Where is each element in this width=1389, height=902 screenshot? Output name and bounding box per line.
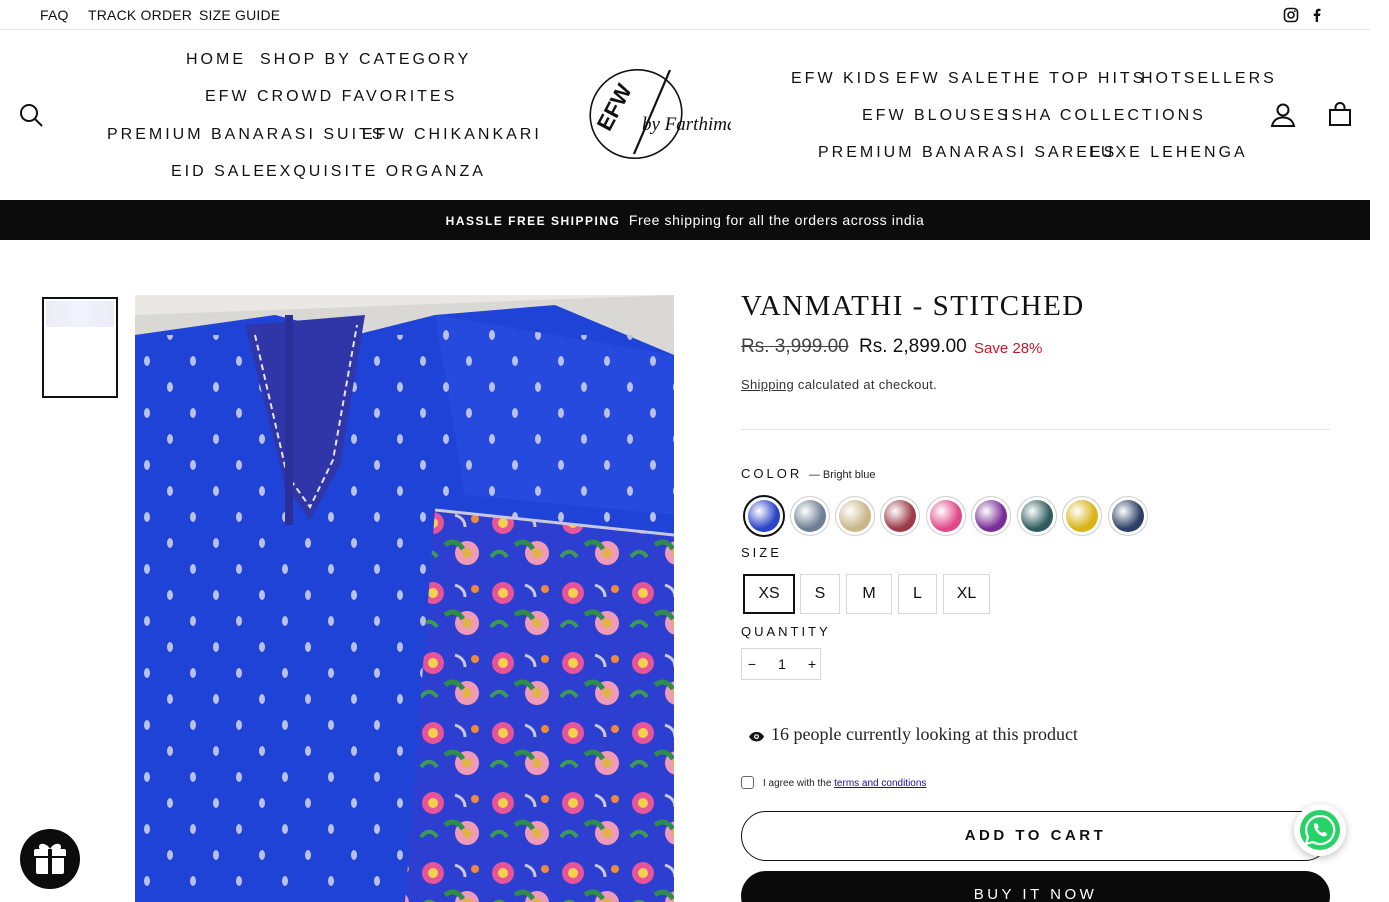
buy-now-button[interactable]: BUY IT NOW: [741, 871, 1330, 902]
rewards-launcher[interactable]: [20, 829, 80, 889]
eye-icon: [748, 731, 765, 742]
cart-icon[interactable]: [1327, 101, 1353, 127]
color-swatch[interactable]: [1108, 496, 1148, 536]
nav-isha-collections[interactable]: ISHA COLLECTIONS: [1004, 107, 1206, 125]
agree-text: I agree with the: [763, 778, 832, 789]
nav-efw-chikankari[interactable]: EFW CHIKANKARI: [362, 126, 542, 144]
shipping-text: calculated at checkout.: [797, 377, 938, 392]
swatch-fill: [1021, 500, 1053, 532]
add-to-cart-button[interactable]: ADD TO CART: [741, 811, 1330, 861]
site-header: HOME SHOP BY CATEGORY EFW CROWD FAVORITE…: [0, 30, 1370, 200]
color-label: COLOR: [741, 466, 803, 481]
announcement-bold: HASSLE FREE SHIPPING: [445, 214, 621, 228]
swatch-fill: [1112, 500, 1144, 532]
utility-bar: FAQ TRACK ORDER SIZE GUIDE: [0, 0, 1370, 30]
logo-script: by Farthima: [642, 114, 731, 135]
size-option-m[interactable]: M: [846, 574, 892, 614]
nav-luxe-lehenga[interactable]: LUXE LEHENGA: [1089, 144, 1248, 162]
swatch-fill: [794, 500, 826, 532]
nav-premium-banarasi-suits[interactable]: PREMIUM BANARASI SUITS: [107, 126, 385, 144]
track-order-link[interactable]: TRACK ORDER: [88, 7, 192, 23]
size-option-s[interactable]: S: [800, 574, 840, 614]
size-option-l[interactable]: L: [898, 574, 937, 614]
faq-link[interactable]: FAQ: [40, 7, 69, 23]
viewers-text: 16 people currently looking at this prod…: [771, 724, 1078, 744]
color-swatch[interactable]: [971, 496, 1011, 536]
save-badge: Save 28%: [974, 340, 1043, 357]
terms-link[interactable]: terms and conditions: [834, 778, 926, 789]
terms-checkbox[interactable]: [741, 776, 754, 789]
size-guide-link[interactable]: SIZE GUIDE: [199, 7, 280, 23]
color-swatch[interactable]: [926, 496, 966, 536]
divider: [741, 429, 1330, 430]
color-swatch[interactable]: [880, 496, 920, 536]
nav-efw-kids[interactable]: EFW KIDS: [791, 70, 892, 88]
nav-efw-blouses[interactable]: EFW BLOUSES: [862, 107, 1011, 125]
instagram-icon[interactable]: [1283, 7, 1299, 23]
logo-mark: EFW: [592, 80, 637, 135]
nav-the-top-hits[interactable]: THE TOP HITS: [1001, 70, 1146, 88]
user-icon[interactable]: [1270, 102, 1296, 128]
search-icon[interactable]: [18, 102, 44, 128]
nav-home[interactable]: HOME: [186, 51, 246, 69]
nav-shop-by-category[interactable]: SHOP BY CATEGORY: [260, 51, 471, 69]
swatch-fill: [839, 500, 871, 532]
facebook-icon[interactable]: [1309, 7, 1325, 23]
announcement-bar: HASSLE FREE SHIPPING Free shipping for a…: [0, 200, 1370, 240]
whatsapp-button[interactable]: [1294, 804, 1346, 856]
nav-efw-sale[interactable]: EFW SALE: [896, 70, 1001, 88]
compare-price: Rs. 3,999.00: [741, 336, 849, 357]
color-swatch[interactable]: [743, 495, 785, 537]
quantity-decrease-button[interactable]: −: [742, 649, 762, 679]
size-label: SIZE: [741, 545, 782, 560]
color-swatch[interactable]: [1017, 496, 1057, 536]
swatch-fill: [930, 500, 962, 532]
swatch-fill: [884, 500, 916, 532]
brand-logo[interactable]: EFW by Farthima: [586, 66, 731, 162]
nav-eid-sale[interactable]: EID SALE: [171, 163, 267, 181]
terms-agreement: I agree with the terms and conditions: [741, 776, 926, 789]
swatch-fill: [748, 500, 780, 532]
nav-premium-banarasi-sarees[interactable]: PREMIUM BANARASI SAREES: [818, 144, 1117, 162]
quantity-label: QUANTITY: [741, 624, 831, 639]
live-viewers: 16 people currently looking at this prod…: [748, 724, 1078, 745]
color-value: — Bright blue: [808, 469, 876, 481]
swatch-fill: [1066, 500, 1098, 532]
nav-hotsellers[interactable]: HOTSELLERS: [1141, 70, 1277, 88]
color-swatch[interactable]: [835, 496, 875, 536]
product-title: VANMATHI - STITCHED: [741, 290, 1085, 322]
announcement-text: Free shipping for all the orders across …: [628, 212, 925, 228]
quantity-stepper: − 1 +: [741, 648, 821, 680]
size-option-xl[interactable]: XL: [943, 574, 990, 614]
color-swatch[interactable]: [790, 496, 830, 536]
quantity-input[interactable]: 1: [762, 649, 802, 679]
gift-icon: [34, 843, 66, 874]
shipping-link[interactable]: Shipping: [741, 377, 794, 392]
nav-exquisite-organza[interactable]: EXQUISITE ORGANZA: [266, 163, 486, 181]
product-image[interactable]: [135, 295, 674, 902]
quantity-increase-button[interactable]: +: [802, 649, 822, 679]
color-swatch[interactable]: [1062, 496, 1102, 536]
color-label-row: COLOR — Bright blue: [741, 466, 876, 481]
product-thumbnail[interactable]: [42, 297, 118, 398]
whatsapp-icon: [1300, 810, 1340, 850]
size-option-xs[interactable]: XS: [743, 574, 795, 614]
nav-efw-crowd-favorites[interactable]: EFW CROWD FAVORITES: [205, 88, 457, 106]
sale-price: Rs. 2,899.00: [859, 336, 967, 357]
shipping-note: Shipping calculated at checkout.: [741, 377, 937, 392]
swatch-fill: [975, 500, 1007, 532]
